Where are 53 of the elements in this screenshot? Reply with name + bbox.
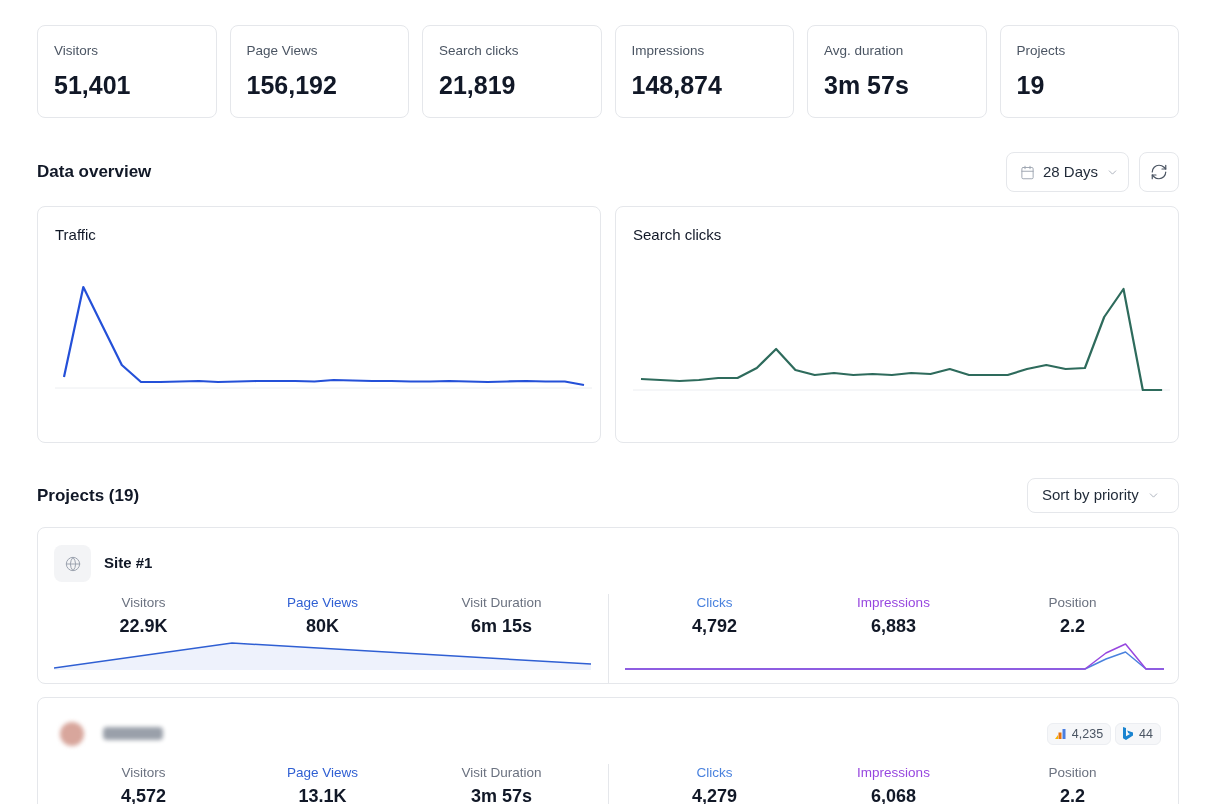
metric-label: Visit Duration xyxy=(461,764,542,782)
stat-value: 51,401 xyxy=(54,70,132,101)
date-range-dropdown[interactable]: 28 Days xyxy=(1006,152,1129,192)
metric-value: 4,572 xyxy=(120,785,166,804)
metric-label: Position xyxy=(1048,764,1097,782)
metric-label: Visit Duration xyxy=(461,594,542,612)
stat-value: 3m 57s xyxy=(824,70,910,101)
metric-label: Visitors xyxy=(121,764,166,782)
stat-value: 156,192 xyxy=(246,70,338,101)
metric-label: Clicks xyxy=(696,594,733,612)
section-title: Projects (19) xyxy=(37,484,140,507)
refresh-icon xyxy=(1150,163,1168,181)
metric-label: Impressions xyxy=(857,594,930,612)
metric-value: 80K xyxy=(306,615,339,638)
metric-value: 3m 57s xyxy=(470,785,533,804)
bar-chart-icon xyxy=(1054,728,1066,739)
metric-value: 2.2 xyxy=(1060,785,1085,804)
stat-label: Visitors xyxy=(54,43,99,59)
metric-label: Visitors xyxy=(121,594,166,612)
calendar-icon xyxy=(1020,164,1035,180)
stat-value: 19 xyxy=(1016,70,1046,101)
metric-label: Clicks xyxy=(696,764,733,782)
blurred-name xyxy=(103,727,163,740)
stat-label: Search clicks xyxy=(439,43,520,59)
chart-title: Traffic xyxy=(55,225,97,245)
metric-value: 13.1K xyxy=(298,785,347,804)
b-logo-icon xyxy=(1123,727,1134,740)
blurred-avatar xyxy=(60,721,84,746)
metric-value: 2.2 xyxy=(1060,615,1085,638)
metric-value: 6m 15s xyxy=(470,615,533,638)
stat-value: 148,874 xyxy=(631,70,723,101)
metric-label: Impressions xyxy=(857,764,930,782)
metric-label: Page Views xyxy=(286,594,358,612)
stat-label: Avg. duration xyxy=(824,43,905,59)
project-name: Site #1 xyxy=(104,553,153,574)
metric-value: 6,883 xyxy=(870,615,916,638)
metric-label: Position xyxy=(1048,594,1097,612)
count-text: 44 xyxy=(1139,725,1153,742)
refresh-button[interactable] xyxy=(1139,152,1179,192)
section-title: Data overview xyxy=(37,161,152,184)
metric-value: 4,792 xyxy=(691,615,737,638)
metric-value: 4,279 xyxy=(691,785,737,804)
globe-icon xyxy=(54,545,91,582)
stat-label: Impressions xyxy=(631,43,706,59)
metric-value: 22.9K xyxy=(119,615,168,638)
stat-label: Projects xyxy=(1016,43,1067,59)
stat-label: Page Views xyxy=(246,43,319,59)
stat-value: 21,819 xyxy=(439,70,517,101)
metric-value: 6,068 xyxy=(870,785,916,804)
sort-dropdown[interactable]: Sort by priority xyxy=(1027,478,1179,513)
metric-label: Page Views xyxy=(286,764,358,782)
chart-title: Search clicks xyxy=(633,225,723,245)
count-text: 4,235 xyxy=(1071,725,1104,742)
